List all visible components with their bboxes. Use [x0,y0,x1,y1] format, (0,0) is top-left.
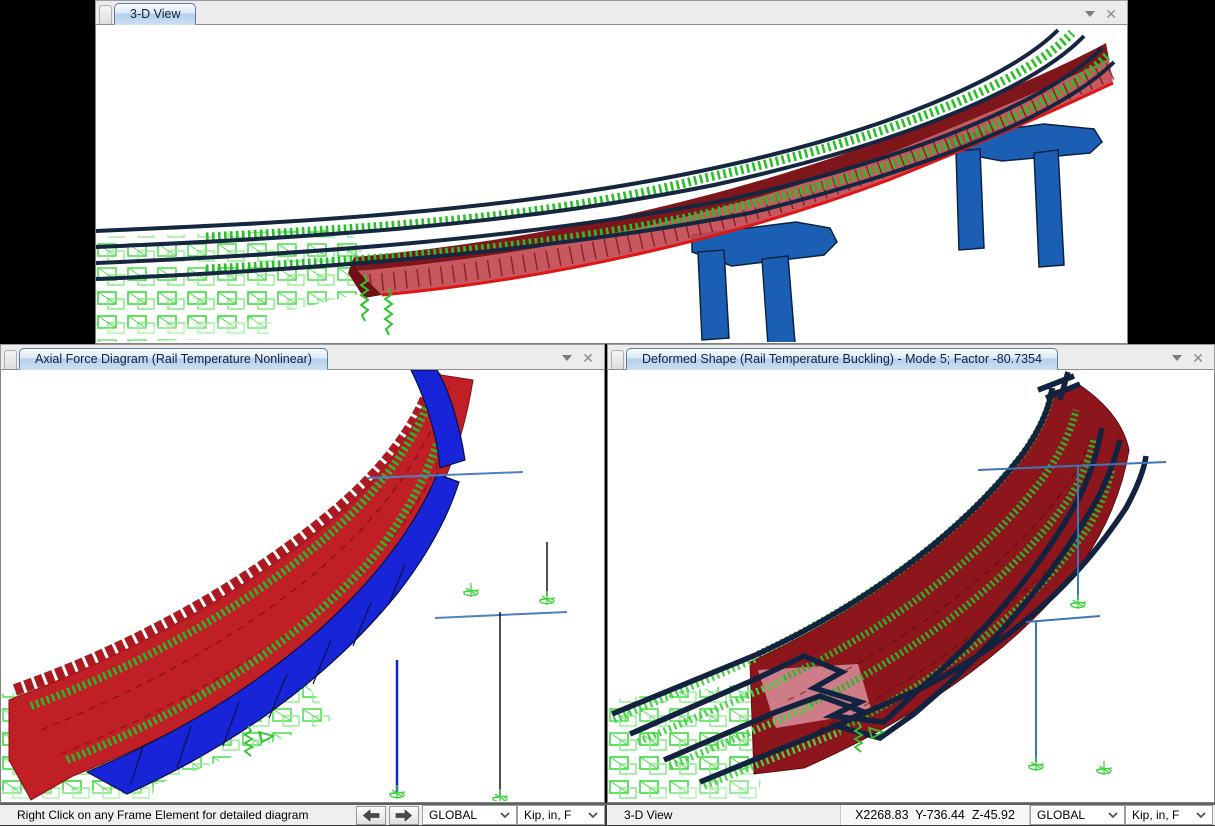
prev-view-button[interactable] [356,806,386,825]
status-message: Right Click on any Frame Element for det… [0,808,356,822]
support-glyphs [1028,595,1112,775]
status-right-section: 3-D View X2268.83 Y-736.44 Z-45.92 GLOBA… [605,805,1213,825]
3d-view-canvas[interactable] [95,25,1128,344]
window-menu-icon[interactable] [1172,355,1182,361]
window-3d-view: 3-D View ✕ [95,0,1128,344]
chevron-down-icon [1196,812,1206,818]
tab-axial-force[interactable]: Axial Force Diagram (Rail Temperature No… [19,348,328,370]
units-value: Kip, in, F [1132,808,1179,822]
cursor-coordinates: X2268.83 Y-736.44 Z-45.92 [840,805,1030,825]
chevron-down-icon [500,812,510,818]
close-icon[interactable]: ✕ [1192,351,1204,365]
tab-deformed-shape[interactable]: Deformed Shape (Rail Temperature Bucklin… [626,348,1058,370]
window-grip [611,350,624,369]
coordinate-system-value: GLOBAL [429,808,477,822]
right-arrow-icon [395,809,413,822]
pier-bent-1 [692,222,837,342]
window-axial-force: Axial Force Diagram (Rail Temperature No… [0,344,605,803]
units-dropdown[interactable]: Kip, in, F [1125,805,1213,825]
chevron-down-icon [588,812,598,818]
app-root: { "windows": { "top": { "tab": "3-D View… [0,0,1215,826]
window-menu-icon[interactable] [1085,11,1095,17]
axial-force-view-canvas[interactable] [0,370,605,803]
bridge-3d-model [96,25,1127,342]
coordinate-system-value: GLOBAL [1037,808,1085,822]
axial-force-model [1,370,604,801]
window-deformed-shape: Deformed Shape (Rail Temperature Bucklin… [607,344,1215,803]
window-grip [99,5,112,24]
units-dropdown[interactable]: Kip, in, F [517,805,605,825]
close-icon[interactable]: ✕ [582,351,594,365]
window-titlebar: Deformed Shape (Rail Temperature Bucklin… [607,344,1215,370]
coordinate-system-dropdown[interactable]: GLOBAL [422,805,517,825]
units-value: Kip, in, F [524,808,571,822]
status-left-section: Right Click on any Frame Element for det… [0,805,605,825]
next-view-button[interactable] [389,806,419,825]
deformed-shape-model [608,370,1214,801]
close-icon[interactable]: ✕ [1105,7,1117,21]
status-bar: Right Click on any Frame Element for det… [0,803,1215,826]
window-titlebar: Axial Force Diagram (Rail Temperature No… [0,344,605,370]
coordinate-system-dropdown[interactable]: GLOBAL [1030,805,1125,825]
left-arrow-icon [362,809,380,822]
active-view-name: 3-D View [607,808,840,822]
window-grip [4,350,17,369]
window-menu-icon[interactable] [562,355,572,361]
chevron-down-icon [1108,812,1118,818]
deformed-shape-view-canvas[interactable] [607,370,1215,803]
tab-3d-view[interactable]: 3-D View [114,3,196,25]
window-titlebar: 3-D View ✕ [95,0,1128,25]
